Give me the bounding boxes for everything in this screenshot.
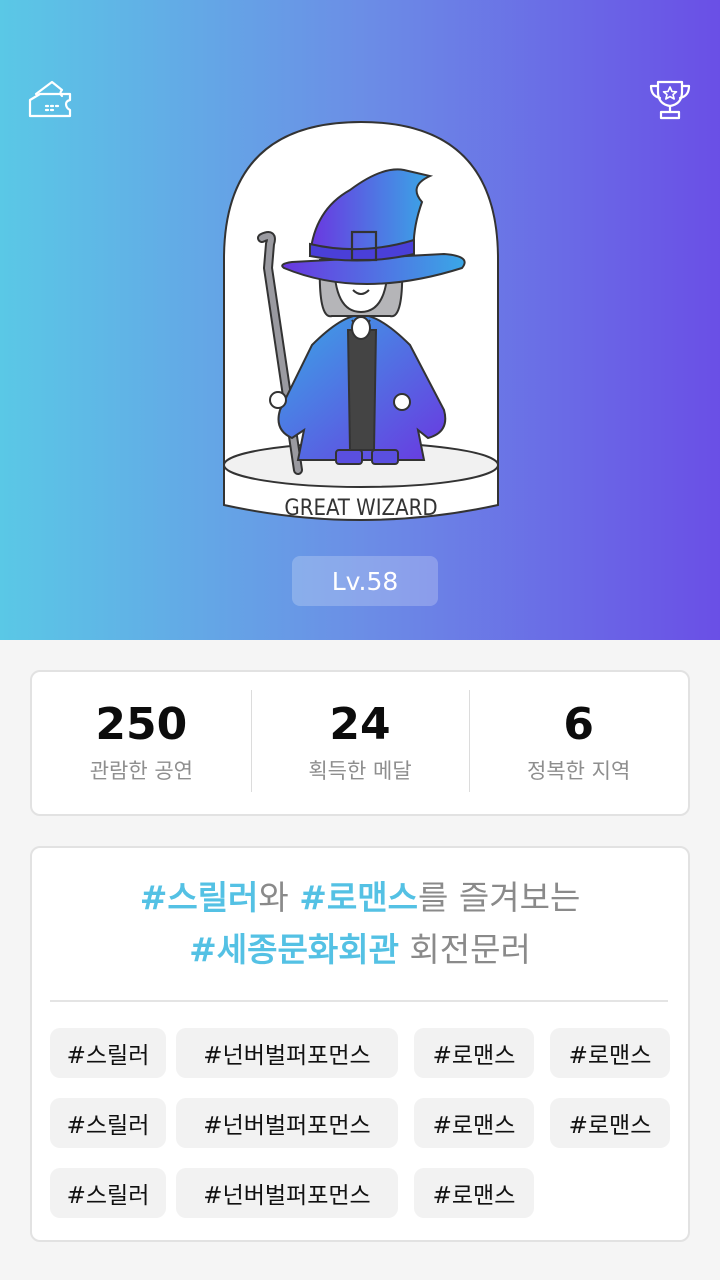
hashtag-chip[interactable]: #로맨스 bbox=[550, 1028, 670, 1078]
hashtag-chip[interactable]: #넌버벌퍼포먼스 bbox=[176, 1098, 398, 1148]
hashtag-chip[interactable]: #로맨스 bbox=[414, 1168, 534, 1218]
hashtag-chip[interactable]: #로맨스 bbox=[414, 1098, 534, 1148]
headline-text: 를 즐겨보는 bbox=[418, 878, 581, 917]
genre-tag-highlight: #스릴러 bbox=[139, 878, 259, 917]
divider bbox=[50, 1000, 668, 1002]
genre-tag-highlight: #로맨스 bbox=[299, 878, 419, 917]
stat-label: 정복한 지역 bbox=[527, 759, 631, 784]
level-badge: Lv.58 bbox=[292, 556, 438, 606]
wizard-badge: GREAT WIZARD bbox=[223, 120, 499, 521]
hashtag-chip[interactable]: #스릴러 bbox=[50, 1168, 166, 1218]
venue-tag-highlight: #세종문화회관 bbox=[189, 930, 399, 969]
hashtag-chip[interactable]: #스릴러 bbox=[50, 1098, 166, 1148]
stat-label: 관람한 공연 bbox=[89, 759, 193, 784]
hashtag-chip[interactable]: #로맨스 bbox=[414, 1028, 534, 1078]
hashtag-chip[interactable]: #로맨스 bbox=[550, 1098, 670, 1148]
badge-caption: GREAT WIZARD bbox=[284, 496, 437, 521]
headline-line-1: #스릴러와 #로맨스를 즐겨보는 bbox=[32, 872, 688, 924]
stat-value: 24 bbox=[329, 698, 391, 750]
hashtag-chip[interactable]: #넌버벌퍼포먼스 bbox=[176, 1168, 398, 1218]
headline-text: 와 bbox=[258, 878, 300, 917]
stat-watched: 250 관람한 공연 bbox=[32, 672, 251, 814]
trophy-button[interactable] bbox=[646, 76, 694, 124]
ticket-icon bbox=[28, 80, 72, 118]
stat-regions: 6 정복한 지역 bbox=[469, 672, 688, 814]
ticket-button[interactable] bbox=[26, 76, 74, 124]
taste-headline: #스릴러와 #로맨스를 즐겨보는 #세종문화회관 회전문러 bbox=[32, 872, 688, 976]
stat-label: 획득한 메달 bbox=[308, 759, 412, 784]
stat-value: 6 bbox=[563, 698, 594, 750]
headline-text: 회전문러 bbox=[398, 930, 531, 969]
hashtag-chip[interactable]: #스릴러 bbox=[50, 1028, 166, 1078]
stats-card: 250 관람한 공연 24 획득한 메달 6 정복한 지역 bbox=[30, 670, 690, 816]
headline-line-2: #세종문화회관 회전문러 bbox=[32, 924, 688, 976]
taste-card: #스릴러와 #로맨스를 즐겨보는 #세종문화회관 회전문러 #스릴러 #넌버벌퍼… bbox=[30, 846, 690, 1242]
trophy-icon bbox=[649, 80, 691, 120]
stat-medals: 24 획득한 메달 bbox=[250, 672, 470, 814]
profile-hero: GREAT WIZARD Lv.58 bbox=[0, 0, 720, 640]
hashtag-chip[interactable]: #넌버벌퍼포먼스 bbox=[176, 1028, 398, 1078]
stat-value: 250 bbox=[95, 698, 188, 750]
